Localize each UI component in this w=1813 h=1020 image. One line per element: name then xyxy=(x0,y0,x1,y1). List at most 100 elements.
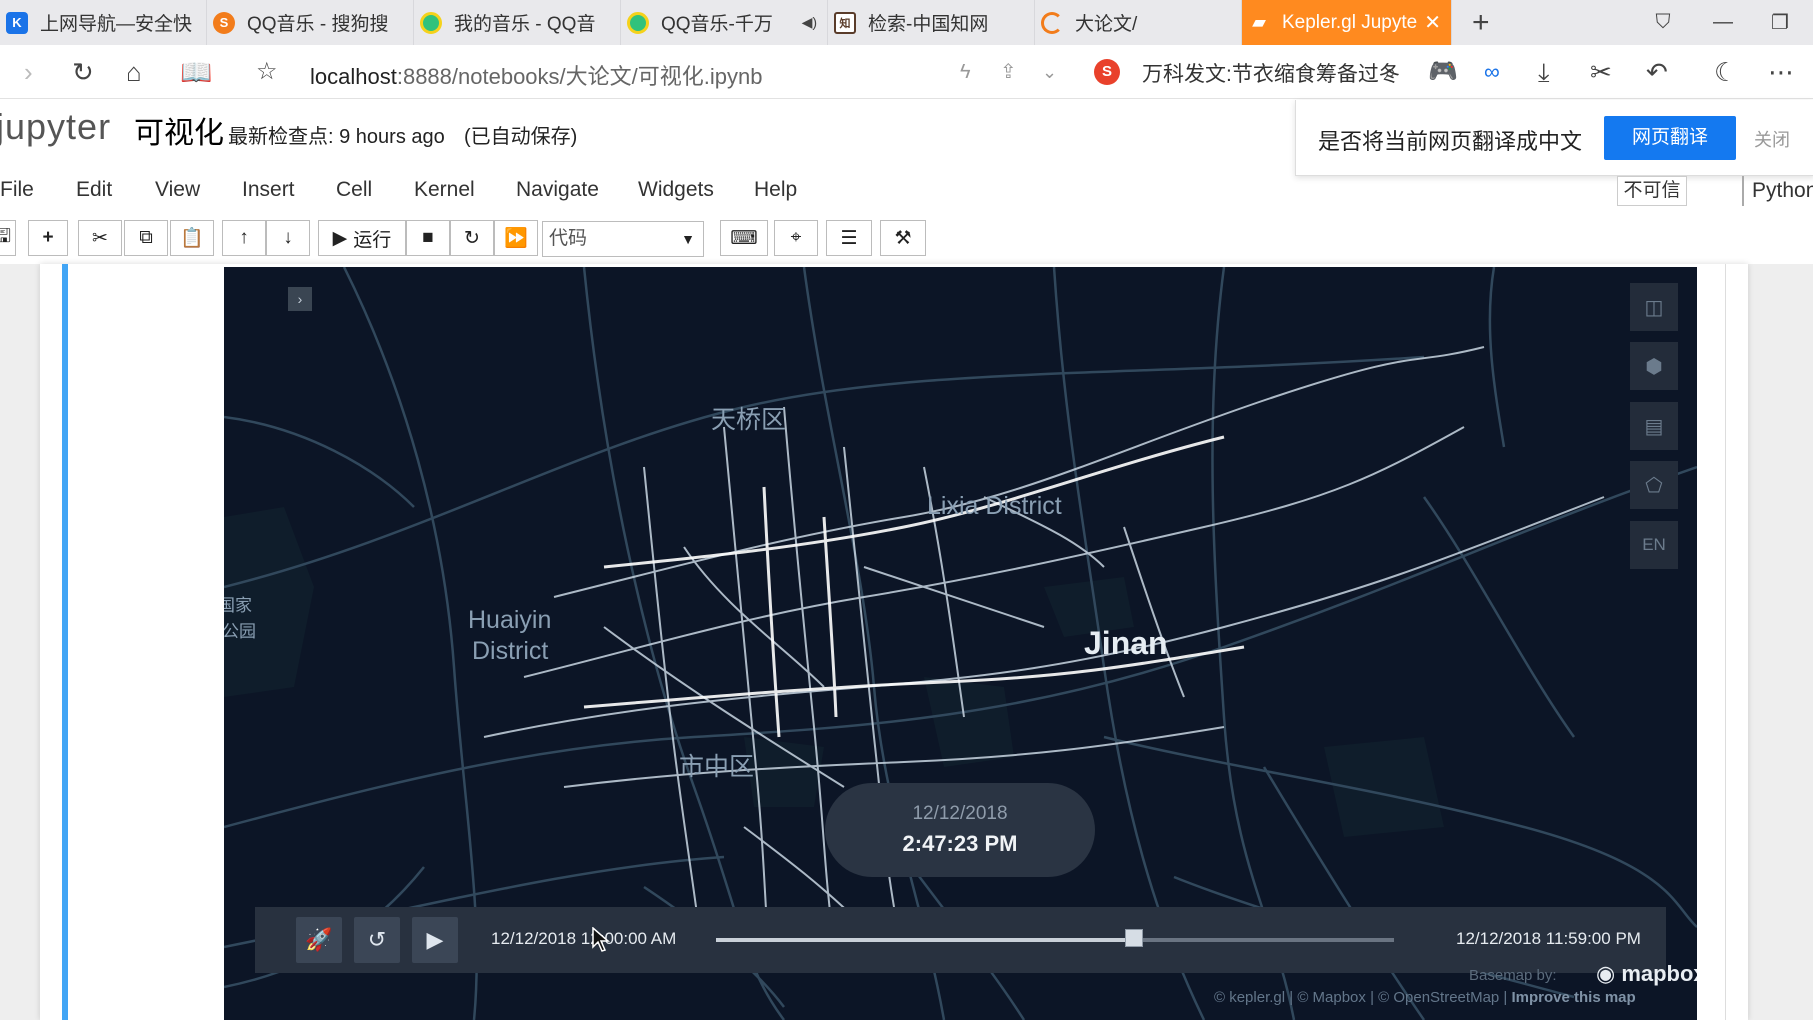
shirt-skin-icon[interactable]: ⛉ xyxy=(1635,0,1691,45)
translate-button[interactable]: 网页翻译 xyxy=(1604,116,1736,160)
cut-icon[interactable]: ✂ xyxy=(78,220,122,256)
chevron-down-icon[interactable]: ⌄ xyxy=(1042,57,1057,87)
split-map-icon[interactable]: ◫ xyxy=(1630,283,1678,331)
map-label-huaiyin-2: District xyxy=(472,637,549,665)
browser-tab[interactable]: 我的音乐 - QQ音 xyxy=(414,0,621,45)
tab-title: Kepler.gl Jupyte xyxy=(1282,11,1418,33)
browser-tab[interactable]: K 上网导航—安全快 xyxy=(0,0,207,45)
time-range-end: 12/12/2018 11:59:00 PM xyxy=(1456,929,1641,948)
menu-widgets[interactable]: Widgets xyxy=(638,178,714,202)
time-playback-panel: 🚀 ↺ ▶ 12/12/2018 12:00:00 AM 12/12/2018 … xyxy=(255,907,1666,973)
browser-tab[interactable]: QQ音乐-千万 ◀) xyxy=(621,0,828,45)
add-cell-icon[interactable]: + xyxy=(28,220,68,256)
improve-map-link[interactable]: Improve this map xyxy=(1511,989,1635,1006)
autosave-status: (已自动保存) xyxy=(464,126,578,148)
attribution-credits[interactable]: © kepler.gl | © Mapbox | © OpenStreetMap… xyxy=(1214,989,1511,1006)
menu-file[interactable]: File xyxy=(0,178,34,202)
browser-tab[interactable]: S QQ音乐 - 搜狗搜 xyxy=(207,0,414,45)
list-icon[interactable]: ☰ xyxy=(826,220,872,256)
translate-prompt: 是否将当前网页翻译成中文 网页翻译 关闭 xyxy=(1295,100,1813,176)
play-icon[interactable]: ▶ xyxy=(412,917,458,963)
download-icon[interactable]: ⤓ xyxy=(1538,57,1550,87)
menu-help[interactable]: Help xyxy=(754,178,797,202)
3d-view-icon[interactable]: ⬢ xyxy=(1630,342,1678,390)
browser-tab-active[interactable]: ▰ Kepler.gl Jupyte ✕ xyxy=(1242,0,1452,45)
map-label-park-2: 公园 xyxy=(224,622,256,641)
time-slider-handle[interactable] xyxy=(1125,929,1144,947)
menu-cell[interactable]: Cell xyxy=(336,178,372,202)
restore-icon[interactable]: ❐ xyxy=(1752,0,1808,45)
mapbox-logo: ◉ mapbox xyxy=(1596,961,1697,987)
scissors-icon[interactable]: ✂ xyxy=(1590,57,1612,87)
reader-icon[interactable]: 📖 xyxy=(180,57,212,87)
wrench-icon[interactable]: ⚒ xyxy=(880,220,926,256)
browser-tab[interactable]: 知 检索-中国知网 xyxy=(828,0,1035,45)
undo-icon[interactable]: ↶ xyxy=(1646,57,1668,87)
move-down-icon[interactable]: ↓ xyxy=(266,220,310,256)
home-icon[interactable]: ⌂ xyxy=(126,57,142,87)
search-icon[interactable]: ⌕ xyxy=(1384,57,1396,87)
time-slider-fill xyxy=(716,938,1135,942)
copy-icon[interactable]: ⧉ xyxy=(124,220,168,256)
translate-close-button[interactable]: 关闭 xyxy=(1754,126,1790,152)
time-range-start: 12/12/2018 12:00:00 AM xyxy=(491,929,677,948)
menu-edit[interactable]: Edit xyxy=(76,178,112,202)
save-icon[interactable]: 🖫 xyxy=(0,220,16,256)
qqmusic-icon xyxy=(627,11,649,34)
forward-icon[interactable]: › xyxy=(24,57,33,87)
run-button[interactable]: ▶ 运行 xyxy=(318,220,406,256)
sogou-icon: S xyxy=(213,11,235,34)
minimize-icon[interactable]: — xyxy=(1695,0,1751,45)
cell-type-select[interactable]: 代码 ▼ xyxy=(542,221,704,257)
stop-icon[interactable]: ■ xyxy=(406,220,450,256)
loading-icon xyxy=(1041,11,1063,34)
map-label-jinan: Jinan xyxy=(1084,625,1168,661)
side-panel-toggle[interactable]: › xyxy=(288,287,312,311)
url-field[interactable]: localhost:8888/notebooks/大论文/可视化.ipynb xyxy=(310,59,762,91)
paste-icon[interactable]: 📋 xyxy=(170,220,214,256)
language-button[interactable]: EN xyxy=(1630,521,1678,569)
run-label: 运行 xyxy=(353,229,392,251)
keyboard-icon[interactable]: ⌨ xyxy=(720,220,768,256)
address-bar: › ↻ ⌂ 📖 ☆ localhost:8888/notebooks/大论文/可… xyxy=(0,45,1813,99)
new-tab-button[interactable]: + xyxy=(1452,0,1510,45)
browser-tab-bar: K 上网导航—安全快 S QQ音乐 - 搜狗搜 我的音乐 - QQ音 QQ音乐-… xyxy=(0,0,1813,45)
menu-navigate[interactable]: Navigate xyxy=(516,178,599,202)
jupyter-logo[interactable]: jupyter xyxy=(0,106,111,148)
menu-view[interactable]: View xyxy=(155,178,200,202)
search-input[interactable]: 万科发文:节衣缩食筹备过冬 xyxy=(1142,58,1462,88)
shield-k-icon: K xyxy=(6,11,28,34)
lightning-icon[interactable]: ϟ xyxy=(960,57,971,87)
draw-polygon-icon[interactable]: ⬠ xyxy=(1630,461,1678,509)
reset-icon[interactable]: ↺ xyxy=(354,917,400,963)
menu-insert[interactable]: Insert xyxy=(242,178,295,202)
time-slider-track[interactable] xyxy=(716,938,1394,942)
restart-icon[interactable]: ↻ xyxy=(450,220,494,256)
checkpoint-status: 最新检查点: 9 hours ago xyxy=(228,126,445,148)
close-tab-icon[interactable]: ✕ xyxy=(1424,10,1441,35)
crosshair-icon[interactable]: ⌖ xyxy=(774,220,818,256)
trust-indicator[interactable]: 不可信 xyxy=(1617,176,1687,206)
notebook-title[interactable]: 可视化 xyxy=(134,108,224,152)
move-up-icon[interactable]: ↑ xyxy=(222,220,266,256)
fast-forward-icon[interactable]: ⏩ xyxy=(494,220,538,256)
gamepad-icon[interactable]: 🎮 xyxy=(1428,57,1458,87)
speed-rocket-icon[interactable]: 🚀 xyxy=(296,917,342,963)
reload-icon[interactable]: ↻ xyxy=(72,57,94,87)
tab-title: 大论文/ xyxy=(1075,14,1138,35)
qqmusic-icon xyxy=(420,11,442,34)
menu-kernel[interactable]: Kernel xyxy=(414,178,475,202)
current-time-display: 12/12/2018 2:47:23 PM xyxy=(825,783,1095,877)
moon-icon[interactable]: ☾ xyxy=(1714,57,1737,87)
star-icon[interactable]: ☆ xyxy=(256,57,278,87)
share-icon[interactable]: ⇪ xyxy=(1000,57,1017,87)
browser-tab[interactable]: 大论文/ xyxy=(1035,0,1242,45)
speaker-icon[interactable]: ◀) xyxy=(802,14,817,31)
map-label-huaiyin-1: Huaiyin xyxy=(468,606,552,634)
sogou-search-icon[interactable]: S xyxy=(1094,59,1120,85)
kepler-map[interactable]: › 天桥区 Lixia District Huaiyin District 市中… xyxy=(224,267,1697,1020)
legend-icon[interactable]: ▤ xyxy=(1630,402,1678,450)
infinity-icon[interactable]: ∞ xyxy=(1484,57,1500,87)
more-icon[interactable]: ⋯ xyxy=(1768,57,1794,87)
map-label-shizhong: 市中区 xyxy=(679,753,755,781)
